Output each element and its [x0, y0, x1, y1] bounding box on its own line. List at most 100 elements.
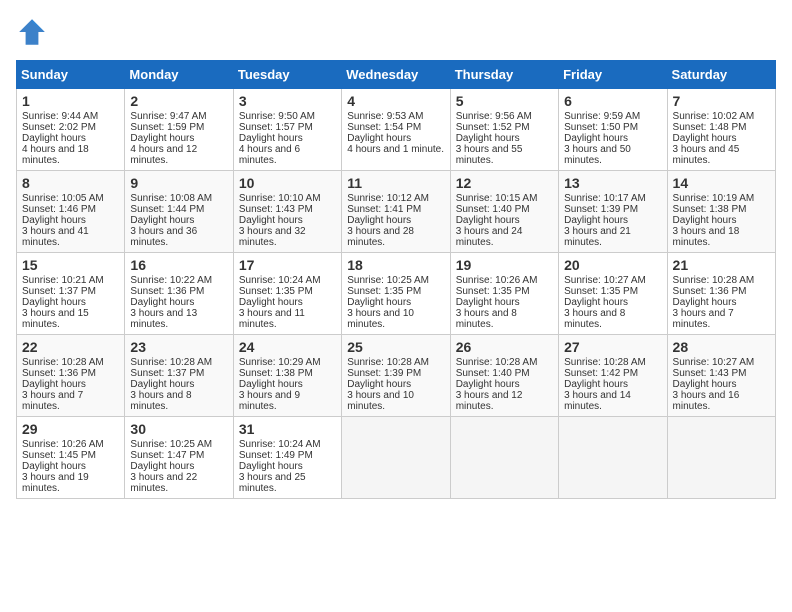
calendar-cell: 10 Sunrise: 10:10 AMSunset: 1:43 PMDaylig…: [233, 171, 341, 253]
column-header-tuesday: Tuesday: [233, 61, 341, 89]
column-header-friday: Friday: [559, 61, 667, 89]
day-info: Sunrise: 9:59 AMSunset: 1:50 PMDaylight …: [564, 111, 640, 166]
calendar-cell: 1Sunrise: 9:44 AMSunset: 2:02 PMDaylight…: [17, 89, 125, 171]
page-header: [16, 16, 776, 48]
day-number: 29: [22, 421, 119, 437]
day-info: Sunrise: 10:26 AMSunset: 1:45 PMDaylight…: [22, 439, 104, 494]
logo-icon: [16, 16, 48, 48]
calendar-cell: 22Sunrise: 10:28 AMSunset: 1:36 PMDaylig…: [17, 335, 125, 417]
day-info: Sunrise: 10:12 AMSunset: 1:41 PMDaylight…: [347, 193, 429, 248]
day-info: Sunrise: 9:56 AMSunset: 1:52 PMDaylight …: [456, 111, 532, 166]
calendar-cell: 21 Sunrise: 10:28 AMSunset: 1:36 PMDaylig…: [667, 253, 775, 335]
day-number: 28: [673, 339, 770, 355]
calendar-cell: 3 Sunrise: 9:50 AMSunset: 1:57 PMDaylight…: [233, 89, 341, 171]
calendar-table: SundayMondayTuesdayWednesdayThursdayFrid…: [16, 60, 776, 499]
day-number: 5: [456, 93, 553, 109]
day-info: Sunrise: 10:05 AMSunset: 1:46 PMDaylight…: [22, 193, 104, 248]
day-number: 13: [564, 175, 661, 191]
calendar-cell: 25 Sunrise: 10:28 AMSunset: 1:39 PMDaylig…: [342, 335, 450, 417]
day-info: Sunrise: 10:28 AMSunset: 1:39 PMDaylight…: [347, 357, 429, 412]
day-info: Sunrise: 9:53 AMSunset: 1:54 PMDaylight …: [347, 111, 444, 155]
day-number: 15: [22, 257, 119, 273]
day-number: 12: [456, 175, 553, 191]
day-info: Sunrise: 10:27 AMSunset: 1:35 PMDaylight…: [564, 275, 646, 330]
calendar-cell: 18 Sunrise: 10:25 AMSunset: 1:35 PMDaylig…: [342, 253, 450, 335]
day-info: Sunrise: 10:22 AMSunset: 1:36 PMDaylight…: [130, 275, 212, 330]
calendar-cell: [450, 417, 558, 499]
day-number: 16: [130, 257, 227, 273]
day-info: Sunrise: 10:28 AMSunset: 1:40 PMDaylight…: [456, 357, 538, 412]
day-number: 7: [673, 93, 770, 109]
day-number: 6: [564, 93, 661, 109]
calendar-cell: [667, 417, 775, 499]
calendar-cell: 16 Sunrise: 10:22 AMSunset: 1:36 PMDaylig…: [125, 253, 233, 335]
calendar-cell: 12 Sunrise: 10:15 AMSunset: 1:40 PMDaylig…: [450, 171, 558, 253]
day-number: 22: [22, 339, 119, 355]
day-number: 26: [456, 339, 553, 355]
day-number: 17: [239, 257, 336, 273]
calendar-week-row: 15 Sunrise: 10:21 AMSunset: 1:37 PMDaylig…: [17, 253, 776, 335]
calendar-cell: 7Sunrise: 10:02 AMSunset: 1:48 PMDayligh…: [667, 89, 775, 171]
calendar-cell: 31Sunrise: 10:24 AMSunset: 1:49 PMDaylig…: [233, 417, 341, 499]
calendar-week-row: 22Sunrise: 10:28 AMSunset: 1:36 PMDaylig…: [17, 335, 776, 417]
day-number: 4: [347, 93, 444, 109]
day-number: 20: [564, 257, 661, 273]
day-info: Sunrise: 10:24 AMSunset: 1:35 PMDaylight…: [239, 275, 321, 330]
day-info: Sunrise: 10:27 AMSunset: 1:43 PMDaylight…: [673, 357, 755, 412]
day-info: Sunrise: 9:44 AMSunset: 2:02 PMDaylight …: [22, 111, 98, 166]
column-header-thursday: Thursday: [450, 61, 558, 89]
day-info: Sunrise: 10:28 AMSunset: 1:37 PMDaylight…: [130, 357, 212, 412]
day-info: Sunrise: 10:25 AMSunset: 1:47 PMDaylight…: [130, 439, 212, 494]
calendar-cell: 27 Sunrise: 10:28 AMSunset: 1:42 PMDaylig…: [559, 335, 667, 417]
calendar-cell: 15 Sunrise: 10:21 AMSunset: 1:37 PMDaylig…: [17, 253, 125, 335]
column-header-monday: Monday: [125, 61, 233, 89]
day-info: Sunrise: 10:19 AMSunset: 1:38 PMDaylight…: [673, 193, 755, 248]
day-info: Sunrise: 10:17 AMSunset: 1:39 PMDaylight…: [564, 193, 646, 248]
calendar-week-row: 29 Sunrise: 10:26 AMSunset: 1:45 PMDaylig…: [17, 417, 776, 499]
calendar-cell: 17 Sunrise: 10:24 AMSunset: 1:35 PMDaylig…: [233, 253, 341, 335]
calendar-week-row: 8 Sunrise: 10:05 AMSunset: 1:46 PMDayligh…: [17, 171, 776, 253]
day-number: 8: [22, 175, 119, 191]
day-number: 23: [130, 339, 227, 355]
calendar-cell: 14Sunrise: 10:19 AMSunset: 1:38 PMDaylig…: [667, 171, 775, 253]
calendar-cell: 13 Sunrise: 10:17 AMSunset: 1:39 PMDaylig…: [559, 171, 667, 253]
calendar-cell: 20 Sunrise: 10:27 AMSunset: 1:35 PMDaylig…: [559, 253, 667, 335]
column-header-wednesday: Wednesday: [342, 61, 450, 89]
column-header-sunday: Sunday: [17, 61, 125, 89]
day-number: 19: [456, 257, 553, 273]
day-info: Sunrise: 10:29 AMSunset: 1:38 PMDaylight…: [239, 357, 321, 412]
day-number: 30: [130, 421, 227, 437]
calendar-cell: 11 Sunrise: 10:12 AMSunset: 1:41 PMDaylig…: [342, 171, 450, 253]
calendar-cell: 30 Sunrise: 10:25 AMSunset: 1:47 PMDaylig…: [125, 417, 233, 499]
day-number: 27: [564, 339, 661, 355]
day-number: 24: [239, 339, 336, 355]
day-number: 11: [347, 175, 444, 191]
day-number: 18: [347, 257, 444, 273]
calendar-cell: 5 Sunrise: 9:56 AMSunset: 1:52 PMDaylight…: [450, 89, 558, 171]
day-info: Sunrise: 10:10 AMSunset: 1:43 PMDaylight…: [239, 193, 321, 248]
day-info: Sunrise: 10:28 AMSunset: 1:36 PMDaylight…: [673, 275, 755, 330]
calendar-cell: 4 Sunrise: 9:53 AMSunset: 1:54 PMDaylight…: [342, 89, 450, 171]
day-number: 2: [130, 93, 227, 109]
calendar-cell: 8 Sunrise: 10:05 AMSunset: 1:46 PMDayligh…: [17, 171, 125, 253]
column-header-saturday: Saturday: [667, 61, 775, 89]
calendar-cell: 19 Sunrise: 10:26 AMSunset: 1:35 PMDaylig…: [450, 253, 558, 335]
day-info: Sunrise: 10:08 AMSunset: 1:44 PMDaylight…: [130, 193, 212, 248]
day-number: 31: [239, 421, 336, 437]
day-info: Sunrise: 10:26 AMSunset: 1:35 PMDaylight…: [456, 275, 538, 330]
day-info: Sunrise: 9:50 AMSunset: 1:57 PMDaylight …: [239, 111, 315, 166]
day-number: 3: [239, 93, 336, 109]
calendar-week-row: 1Sunrise: 9:44 AMSunset: 2:02 PMDaylight…: [17, 89, 776, 171]
day-number: 21: [673, 257, 770, 273]
day-number: 25: [347, 339, 444, 355]
day-info: Sunrise: 10:25 AMSunset: 1:35 PMDaylight…: [347, 275, 429, 330]
day-info: Sunrise: 10:21 AMSunset: 1:37 PMDaylight…: [22, 275, 104, 330]
day-info: Sunrise: 10:15 AMSunset: 1:40 PMDaylight…: [456, 193, 538, 248]
logo: [16, 16, 52, 48]
day-info: Sunrise: 10:28 AMSunset: 1:42 PMDaylight…: [564, 357, 646, 412]
calendar-header-row: SundayMondayTuesdayWednesdayThursdayFrid…: [17, 61, 776, 89]
calendar-cell: 28 Sunrise: 10:27 AMSunset: 1:43 PMDaylig…: [667, 335, 775, 417]
day-number: 10: [239, 175, 336, 191]
calendar-cell: 6 Sunrise: 9:59 AMSunset: 1:50 PMDaylight…: [559, 89, 667, 171]
day-info: Sunrise: 9:47 AMSunset: 1:59 PMDaylight …: [130, 111, 206, 166]
